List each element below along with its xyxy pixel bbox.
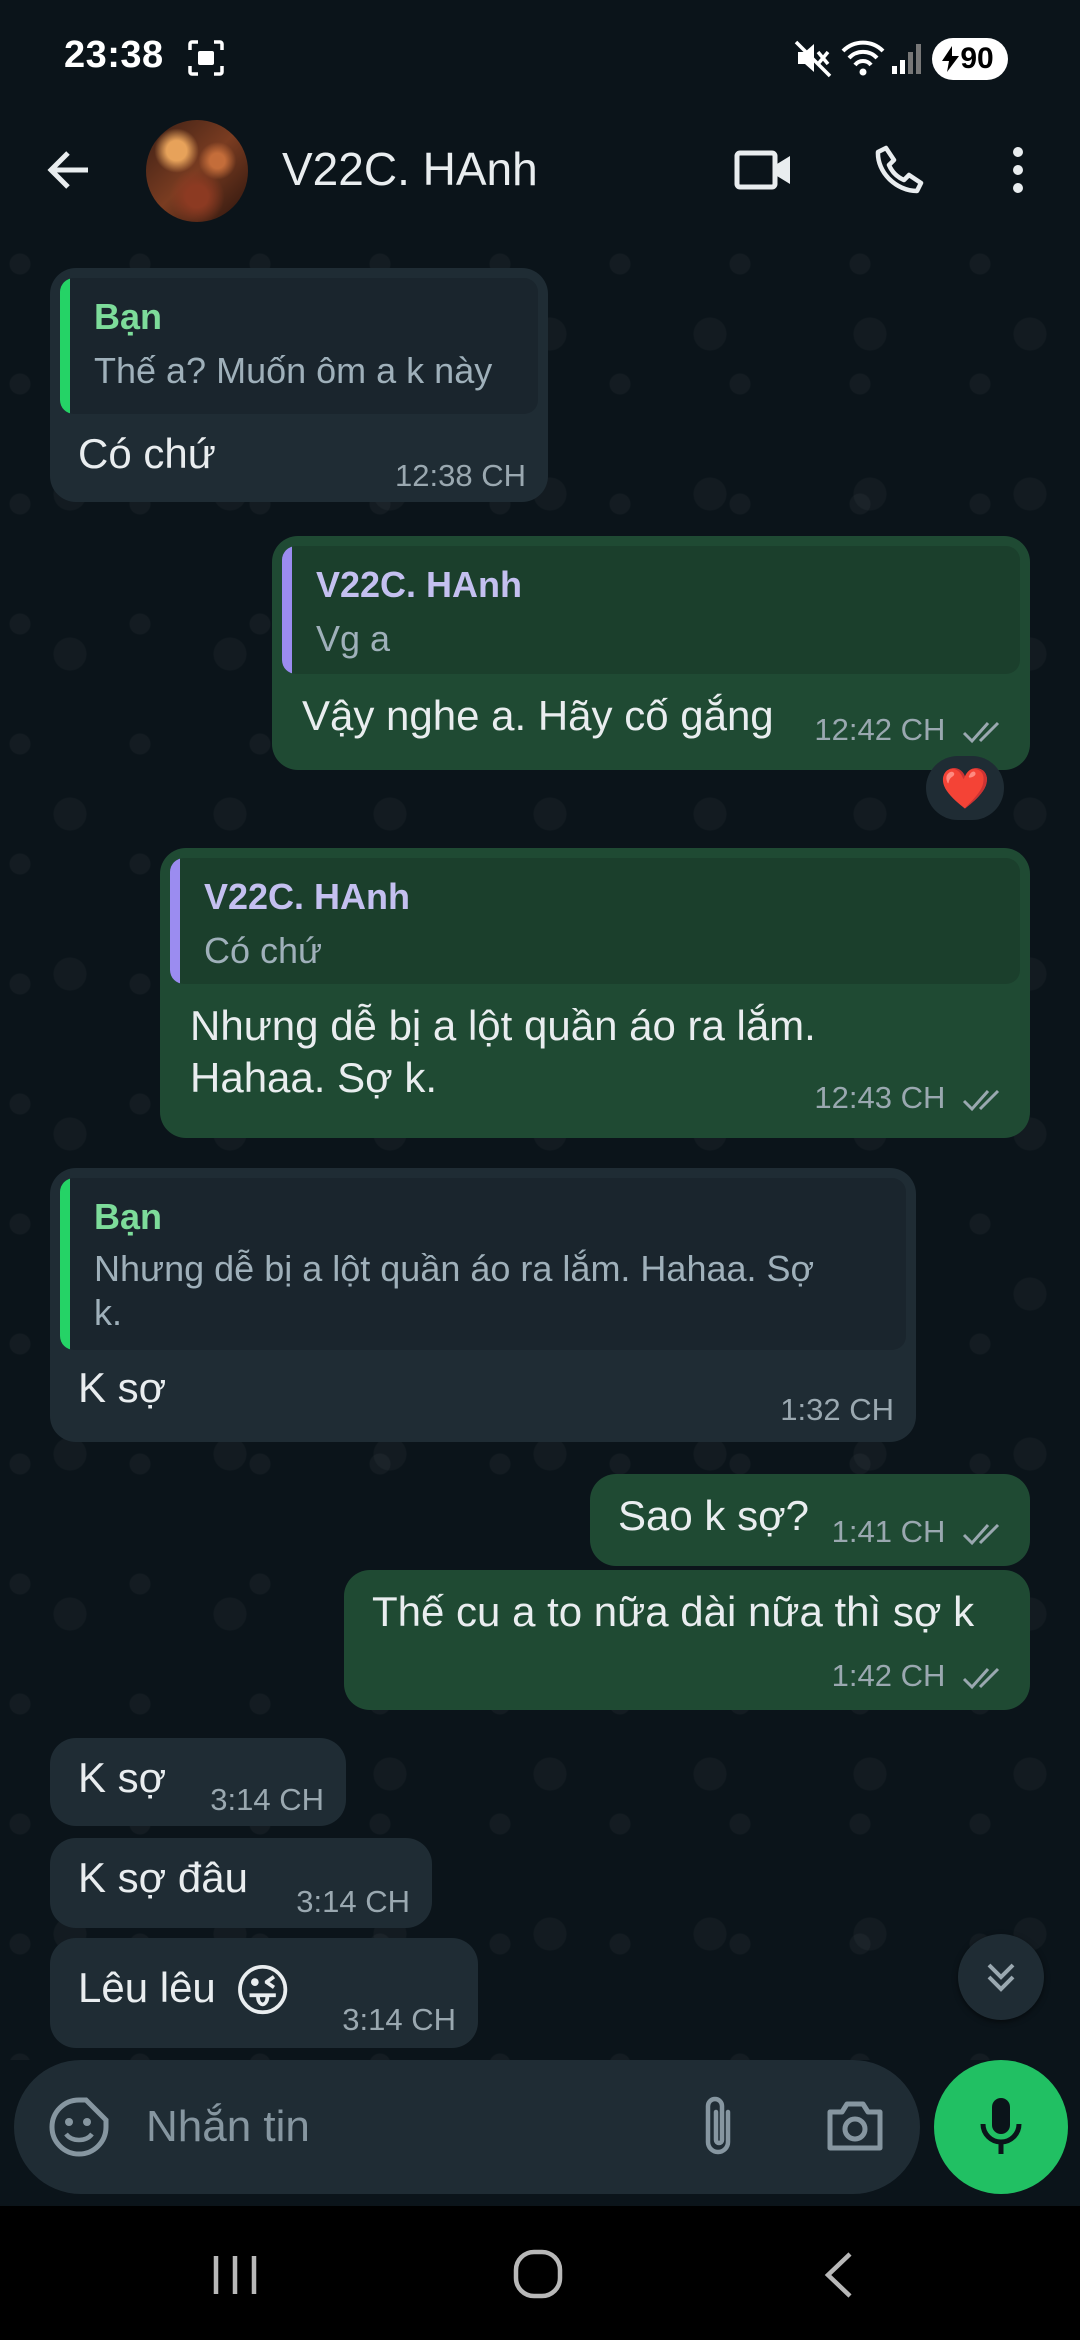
quote-text: Có chứ (204, 930, 323, 971)
message-time: 12:43 CH (814, 1080, 946, 1115)
system-navigation-bar (0, 2206, 1080, 2340)
reply-quote[interactable]: Bạn Thế a? Muốn ôm a k này (60, 278, 538, 414)
message-meta: 1:42 CH (832, 1658, 1008, 1694)
chat-header: V22C. HAnh (0, 120, 1080, 244)
message-text: Có chứ (78, 430, 216, 477)
message-time: 3:14 CH (210, 1782, 324, 1817)
quote-text-line: k. (94, 1292, 123, 1333)
camera-icon[interactable] (824, 2098, 886, 2159)
phone-icon[interactable] (866, 138, 930, 202)
quote-author: V22C. HAnh (204, 876, 411, 917)
signal-icon (890, 38, 926, 83)
message-text: Sao k sợ? (618, 1492, 809, 1539)
video-call-icon[interactable] (732, 138, 796, 202)
quote-bar (282, 546, 292, 674)
home-icon[interactable] (512, 2248, 564, 2305)
message-text: Vậy nghe a. Hãy cố gắng (302, 692, 774, 739)
winking-tongue-emoji: 😜 (233, 1958, 292, 2022)
avatar[interactable] (146, 120, 248, 222)
back-icon[interactable] (820, 2250, 856, 2305)
message-time: 12:38 CH (395, 458, 526, 493)
message-time: 1:32 CH (780, 1392, 894, 1427)
message-text-line: Hahaa. Sợ k. (190, 1054, 437, 1101)
message-bubble-outgoing[interactable]: Thế cu a to nữa dài nữa thì sợ k 1:42 CH (344, 1570, 1030, 1710)
mic-icon (980, 2098, 1022, 2154)
message-time: 3:14 CH (296, 1884, 410, 1919)
emoji-sticker-icon[interactable] (48, 2096, 110, 2163)
message-time: 1:41 CH (831, 1514, 946, 1549)
screen-record-icon (186, 38, 226, 83)
quote-author: Bạn (94, 1196, 163, 1237)
message-bubble-outgoing[interactable]: V22C. HAnh Có chứ Nhưng dễ bị a lột quần… (160, 848, 1030, 1138)
attach-icon[interactable] (696, 2094, 740, 2165)
reply-quote[interactable]: V22C. HAnh Vg a (282, 546, 1020, 674)
double-chevron-down-icon (987, 1963, 1015, 1992)
message-time: 3:14 CH (342, 2002, 456, 2037)
message-text-content: Lêu lêu (78, 1964, 216, 2011)
message-bubble-incoming[interactable]: K sợ đâu 3:14 CH (50, 1838, 432, 1928)
voice-record-button[interactable] (934, 2060, 1068, 2194)
message-time: 1:42 CH (831, 1658, 946, 1693)
message-bubble-outgoing[interactable]: Sao k sợ? 1:41 CH (590, 1474, 1030, 1566)
message-bubble-incoming[interactable]: Bạn Nhưng dễ bị a lột quần áo ra lắm. Ha… (50, 1168, 916, 1442)
heart-reaction-icon: ❤️ (940, 766, 990, 811)
double-check-icon (962, 1523, 1000, 1545)
status-time: 23:38 (64, 34, 164, 76)
chat-screen: 23:38 90 V22C. HAnh Bạn Thế a? Muốn ôm a… (0, 0, 1080, 2340)
quote-text: Vg a (316, 618, 391, 659)
message-text: K sợ đâu (78, 1854, 248, 1901)
wifi-icon (840, 38, 886, 83)
message-text-line: Nhưng dễ bị a lột quần áo ra lắm. (190, 1002, 816, 1049)
double-check-icon (962, 1667, 1000, 1689)
message-text: Thế cu a to nữa dài nữa thì sợ k (372, 1588, 975, 1635)
message-composer[interactable]: Nhắn tin (14, 2060, 920, 2194)
message-input[interactable]: Nhắn tin (146, 2102, 310, 2152)
message-list[interactable]: Bạn Thế a? Muốn ôm a k này Có chứ 12:38 … (0, 244, 1080, 2060)
quote-author: V22C. HAnh (316, 564, 523, 605)
message-bubble-outgoing[interactable]: V22C. HAnh Vg a Vậy nghe a. Hãy cố gắng … (272, 536, 1030, 770)
more-options-icon[interactable] (986, 138, 1050, 202)
reply-quote[interactable]: V22C. HAnh Có chứ (170, 858, 1020, 984)
quote-bar (60, 1178, 70, 1350)
message-text: Lêu lêu 😜 (78, 1962, 292, 2018)
double-check-icon (962, 721, 1000, 743)
mute-icon (794, 38, 832, 83)
quote-text-line: Nhưng dễ bị a lột quần áo ra lắm. Hahaa.… (94, 1248, 815, 1289)
back-arrow-icon[interactable] (36, 138, 100, 202)
message-text: K sợ (78, 1754, 167, 1801)
scroll-to-bottom-button[interactable] (958, 1934, 1044, 2020)
battery-level: 90 (960, 42, 994, 75)
battery-icon: 90 (932, 38, 1008, 80)
quote-text: Thế a? Muốn ôm a k này (94, 350, 493, 391)
quote-bar (170, 858, 180, 984)
double-check-icon (962, 1089, 1000, 1111)
message-bubble-incoming[interactable]: Lêu lêu 😜 3:14 CH (50, 1938, 478, 2048)
quote-bar (60, 278, 70, 414)
message-text: K sợ (78, 1364, 167, 1411)
contact-name[interactable]: V22C. HAnh (282, 142, 538, 196)
recent-apps-icon[interactable] (210, 2252, 260, 2303)
message-meta: 1:41 CH (832, 1514, 1008, 1550)
quote-author: Bạn (94, 296, 163, 337)
message-meta: 12:43 CH (814, 1080, 1008, 1116)
message-bubble-incoming[interactable]: Bạn Thế a? Muốn ôm a k này Có chứ 12:38 … (50, 268, 548, 502)
message-time: 12:42 CH (814, 712, 946, 747)
message-bubble-incoming[interactable]: K sợ 3:14 CH (50, 1738, 346, 1826)
status-bar: 23:38 90 (0, 0, 1080, 120)
reply-quote[interactable]: Bạn Nhưng dễ bị a lột quần áo ra lắm. Ha… (60, 1178, 906, 1350)
reaction-badge[interactable]: ❤️ (926, 756, 1004, 820)
message-meta: 12:42 CH (814, 712, 1008, 748)
